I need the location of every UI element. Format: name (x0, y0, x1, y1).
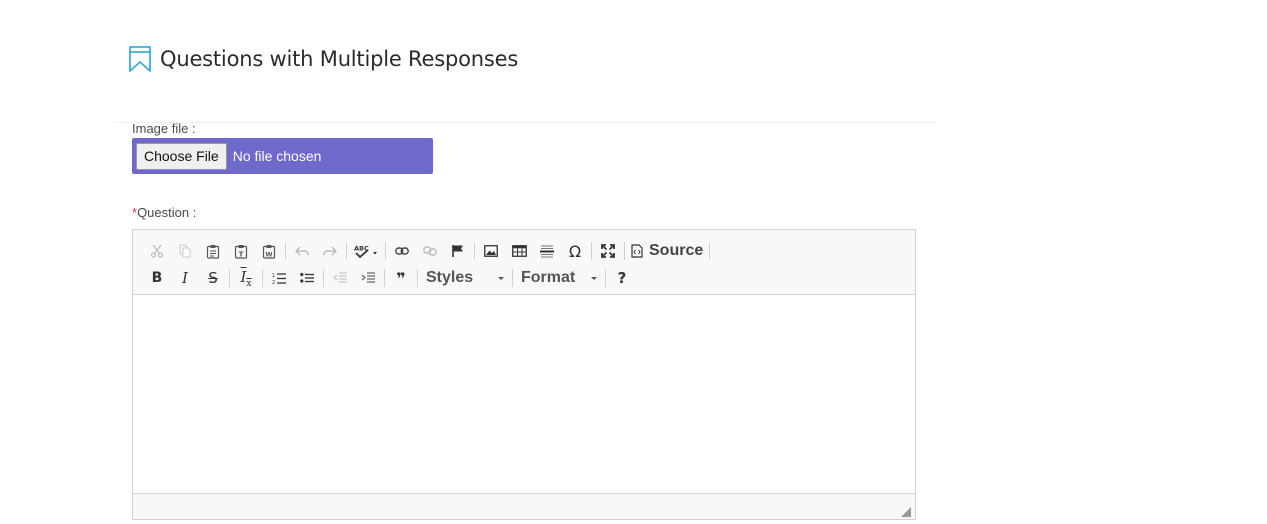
numbered-list-icon: 12 (272, 273, 286, 285)
paste-text-button[interactable]: T (227, 239, 255, 263)
page-header: Questions with Multiple Responses (128, 33, 518, 85)
copy-icon (179, 244, 191, 258)
toolbar-separator (417, 269, 418, 287)
maximize-icon (601, 244, 615, 258)
horizontal-line-button[interactable] (533, 239, 561, 263)
undo-icon (295, 246, 309, 256)
toolbar-separator (605, 269, 606, 287)
toolbar-separator (591, 242, 592, 260)
table-button[interactable] (505, 239, 533, 263)
redo-icon (323, 246, 337, 256)
file-status-text: No file chosen (232, 148, 322, 164)
resize-handle-icon[interactable] (901, 507, 911, 517)
italic-button[interactable]: I (171, 266, 199, 290)
anchor-flag-icon (452, 245, 463, 257)
outdent-button[interactable] (326, 266, 354, 290)
image-button[interactable] (477, 239, 505, 263)
svg-text:W: W (265, 250, 272, 258)
link-button[interactable] (388, 239, 416, 263)
editor-toolbar: T W ABC Ω Source B I S Ix 1 2 ❞ Styles F… (133, 230, 915, 295)
source-button[interactable]: Source (627, 239, 707, 263)
paste-word-icon: W (262, 244, 276, 259)
spellcheck-button[interactable]: ABC (349, 239, 383, 263)
spellcheck-icon: ABC (354, 245, 377, 258)
toolbar-separator (512, 269, 513, 287)
indent-icon (361, 272, 375, 283)
maximize-button[interactable] (594, 239, 622, 263)
cut-button[interactable] (143, 239, 171, 263)
table-icon (511, 245, 527, 257)
bullet-list-button[interactable] (293, 266, 321, 290)
copy-button[interactable] (171, 239, 199, 263)
bullet-list-icon (300, 272, 314, 283)
strikethrough-icon: S (208, 269, 218, 287)
toolbar-row-2: B I S Ix 12 ❞ Styles Format ? (143, 265, 636, 291)
paste-word-button[interactable]: W (255, 239, 283, 263)
unlink-button[interactable] (416, 239, 444, 263)
editor-content-area[interactable] (133, 295, 915, 494)
rich-text-editor: T W ABC Ω Source B I S Ix 1 2 ❞ Styles F… (132, 229, 916, 520)
file-input[interactable]: Choose File No file chosen (132, 138, 433, 174)
paste-button[interactable] (199, 239, 227, 263)
toolbar-separator (384, 269, 385, 287)
remove-format-button[interactable]: Ix (232, 266, 260, 290)
help-icon: ? (617, 269, 627, 287)
indent-button[interactable] (354, 266, 382, 290)
editor-bottom-bar (133, 493, 915, 519)
paste-icon (206, 244, 220, 259)
blockquote-icon: ❞ (396, 268, 406, 288)
unlink-icon (423, 246, 437, 256)
strikethrough-button[interactable]: S (199, 266, 227, 290)
image-file-label: Image file : (132, 121, 196, 136)
remove-format-icon: Ix (240, 267, 252, 289)
outdent-icon (333, 272, 347, 283)
bold-icon: B (151, 270, 163, 286)
chevron-down-icon (498, 276, 504, 280)
special-char-button[interactable]: Ω (561, 239, 589, 263)
section-divider (114, 122, 936, 123)
numbered-list-button[interactable]: 12 (265, 266, 293, 290)
format-dropdown[interactable]: Format (515, 266, 603, 290)
format-label: Format (521, 269, 576, 286)
bookmark-icon (129, 46, 151, 72)
italic-icon: I (182, 269, 188, 287)
cut-icon (150, 244, 164, 258)
page-title: Questions with Multiple Responses (160, 47, 519, 72)
image-icon (484, 245, 498, 257)
help-button[interactable]: ? (608, 266, 636, 290)
chevron-down-icon (591, 276, 597, 280)
toolbar-separator (709, 242, 711, 260)
bold-button[interactable]: B (143, 266, 171, 290)
blockquote-button[interactable]: ❞ (387, 266, 415, 290)
question-label-text: Question : (137, 205, 197, 220)
paste-text-icon: T (234, 244, 248, 259)
source-icon (631, 244, 643, 258)
toolbar-separator (262, 269, 263, 287)
toolbar-separator (385, 242, 386, 260)
source-label: Source (649, 242, 704, 259)
toolbar-separator (474, 242, 475, 260)
choose-file-button[interactable]: Choose File (136, 142, 227, 170)
toolbar-separator (323, 269, 324, 287)
svg-text:T: T (239, 250, 244, 258)
toolbar-separator (229, 269, 230, 287)
special-char-icon: Ω (568, 241, 582, 261)
question-label: *Question : (132, 205, 196, 220)
anchor-button[interactable] (444, 239, 472, 263)
styles-dropdown[interactable]: Styles (420, 266, 510, 290)
link-icon (395, 247, 409, 255)
toolbar-separator (346, 242, 347, 260)
undo-button[interactable] (288, 239, 316, 263)
toolbar-separator (285, 242, 286, 260)
redo-button[interactable] (316, 239, 344, 263)
svg-text:1: 1 (272, 273, 275, 279)
toolbar-row-1: T W ABC Ω Source (143, 238, 712, 264)
styles-label: Styles (426, 269, 474, 286)
svg-text:2: 2 (272, 280, 275, 285)
horizontal-line-icon (540, 245, 554, 258)
toolbar-separator (624, 242, 625, 260)
